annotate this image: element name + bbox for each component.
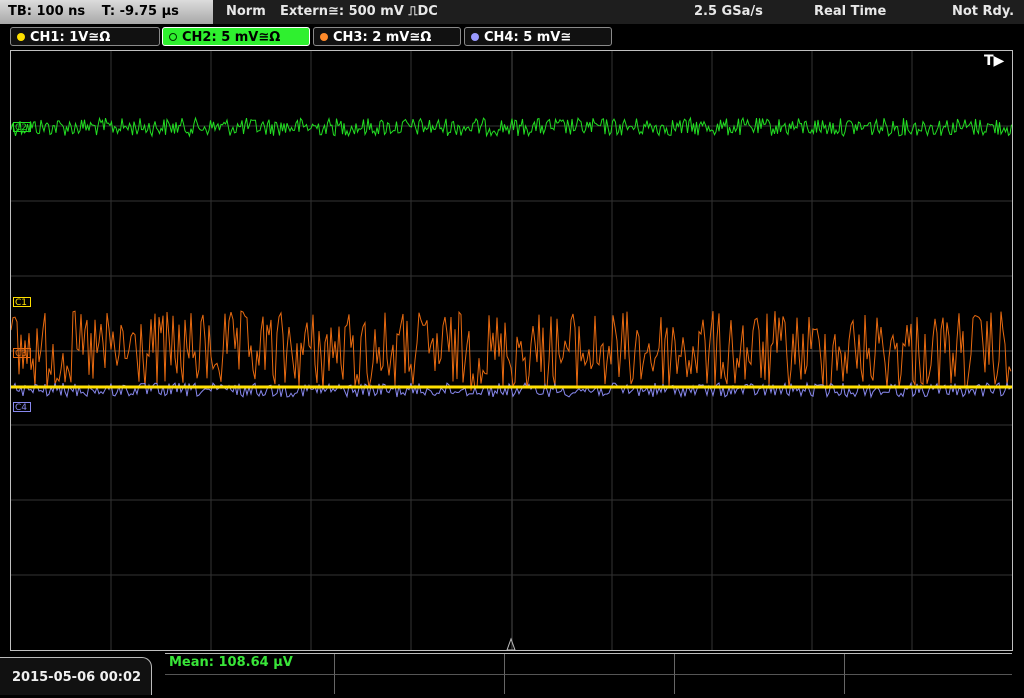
trigger-position-icon xyxy=(506,637,516,650)
trigger-mode[interactable]: Norm xyxy=(226,0,266,24)
top-status-bar: TB: 100 ns T: -9.75 µs Norm Extern≅: 500… xyxy=(0,0,1024,24)
measurement-cell-6[interactable] xyxy=(165,674,335,694)
channel-tab-ch3[interactable]: CH3: 2 mV≅Ω xyxy=(313,27,461,46)
channel-tab-ch2[interactable]: CH2: 5 mV≅Ω xyxy=(162,27,310,46)
timebase-box[interactable]: TB: 100 ns T: -9.75 µs xyxy=(0,0,213,24)
ch2-label: CH2: 5 mV≅Ω xyxy=(182,30,281,45)
ch3-dot-icon xyxy=(320,33,328,41)
timebase-value: TB: 100 ns xyxy=(8,4,86,19)
ch4-dot-icon xyxy=(471,33,479,41)
ch2-trace xyxy=(11,116,1012,138)
acquisition-mode: Real Time xyxy=(814,4,887,19)
measurement-cell-5[interactable] xyxy=(845,654,1012,674)
measurement-cell-7[interactable] xyxy=(335,674,505,694)
ch4-label: CH4: 5 mV≅ xyxy=(484,30,572,45)
measurement-cell-4[interactable] xyxy=(675,654,845,674)
ch4-ground-marker[interactable]: C4 xyxy=(13,402,32,413)
ch1-label: CH1: 1V≅Ω xyxy=(30,30,111,45)
trigger-time-value: T: -9.75 µs xyxy=(101,4,179,19)
ch3-ground-marker[interactable]: C3 xyxy=(13,348,32,359)
measurement-cell-8[interactable] xyxy=(505,674,675,694)
ch2-ground-marker[interactable]: C2 xyxy=(13,122,32,133)
measurement-cell-10[interactable] xyxy=(845,674,1012,694)
waveform-grid xyxy=(11,51,1012,650)
channel-tab-ch4[interactable]: CH4: 5 mV≅ xyxy=(464,27,612,46)
datetime-tab[interactable]: 2015-05-06 00:02 xyxy=(0,657,152,695)
ch1-ground-marker[interactable]: C1 xyxy=(13,297,32,308)
ch4-trace xyxy=(11,381,1012,399)
ch3-label: CH3: 2 mV≅Ω xyxy=(333,30,432,45)
sample-rate: 2.5 GSa/s xyxy=(694,4,763,19)
measurement-cell-1[interactable]: Mean: 108.64 µV xyxy=(165,654,335,674)
trigger-source[interactable]: Extern≅: 500 mV ⎍DC xyxy=(280,0,438,24)
channel-tabs: CH1: 1V≅Ω CH2: 5 mV≅Ω CH3: 2 mV≅Ω CH4: 5… xyxy=(0,26,1024,48)
channel-tab-ch1[interactable]: CH1: 1V≅Ω xyxy=(10,27,160,46)
measurement-cell-2[interactable] xyxy=(335,654,505,674)
graticule xyxy=(11,51,1012,650)
trigger-pos-icon: T▶ xyxy=(984,53,1005,69)
bottom-bar: 2015-05-06 00:02 Mean: 108.64 µV xyxy=(0,651,1024,695)
measurement-cell-3[interactable] xyxy=(505,654,675,674)
measurement-cell-9[interactable] xyxy=(675,674,845,694)
ch1-dot-icon xyxy=(17,33,25,41)
ch2-dot-icon xyxy=(169,33,177,41)
measurement-mean: Mean: 108.64 µV xyxy=(169,655,293,670)
measurement-table: Mean: 108.64 µV xyxy=(165,653,1012,694)
acquisition-status: Not Rdy. xyxy=(952,4,1015,19)
